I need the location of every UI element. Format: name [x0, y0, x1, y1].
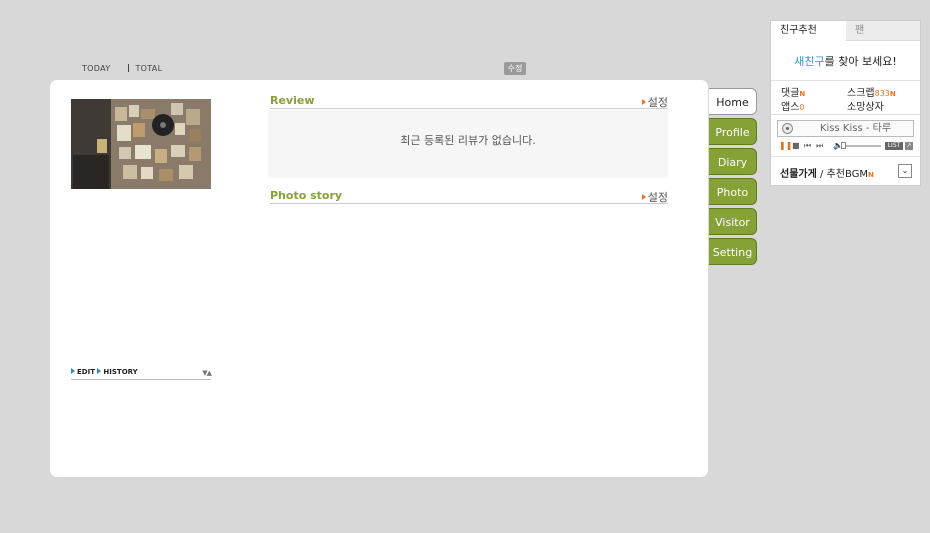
volume-slider-handle[interactable] — [841, 142, 846, 149]
arrow-icon — [641, 194, 646, 200]
stop-icon[interactable]: ■ — [792, 141, 800, 151]
review-setting-link[interactable]: 설정 — [641, 94, 668, 110]
review-title: Review — [270, 94, 315, 107]
cd-icon — [782, 123, 793, 134]
tab-diary[interactable]: Diary — [709, 148, 757, 175]
wishlist-link[interactable]: 소망상자 — [847, 98, 884, 113]
tab-profile[interactable]: Profile — [709, 118, 757, 145]
gift-row: 선물가게 / 추천BGMN — [780, 169, 874, 180]
edit-link[interactable]: EDIT — [71, 368, 95, 376]
review-empty-message: 최근 등록된 리뷰가 없습니다. — [268, 110, 668, 178]
profile-photo-collage — [71, 99, 211, 189]
tab-home[interactable]: Home — [709, 88, 757, 115]
divider — [771, 156, 920, 157]
chevron-down-icon[interactable]: ⌄ — [898, 164, 912, 178]
today-label: TODAY — [82, 64, 111, 73]
arrow-icon — [71, 368, 75, 374]
edit-history-bar: EDIT HISTORY ▼▲ — [71, 368, 212, 380]
divider — [771, 114, 920, 115]
total-label: TOTAL — [135, 64, 163, 73]
playlist-button[interactable]: LIST — [885, 142, 903, 150]
pause-icon[interactable]: ❚❚ — [779, 141, 792, 151]
counter-divider — [128, 64, 130, 72]
bgm-display[interactable]: Kiss Kiss - 타루 — [777, 120, 914, 137]
next-icon[interactable]: ⏭ — [816, 141, 823, 151]
popup-icon[interactable]: ↗ — [905, 142, 913, 150]
arrow-icon — [97, 368, 102, 374]
side-tabs: 친구추천 팬 — [771, 21, 920, 41]
bgm-song-title: Kiss Kiss - 타루 — [819, 123, 892, 134]
tab-photo[interactable]: Photo — [709, 178, 757, 205]
main-panel: EDIT HISTORY ▼▲ Review 설정 최근 등록된 리뷰가 없습니… — [50, 80, 708, 477]
visit-counter: TODAY TOTAL — [82, 64, 162, 73]
apps-count: 0 — [799, 103, 805, 112]
volume-track[interactable] — [845, 145, 881, 147]
apps-link[interactable]: 앱스0 — [781, 98, 805, 113]
tab-friend-recommend[interactable]: 친구추천 — [771, 21, 846, 41]
new-badge: N — [868, 171, 874, 179]
scrap-link[interactable]: 스크랩833N — [847, 84, 896, 99]
profile-image — [71, 99, 211, 189]
photo-story-setting-link[interactable]: 설정 — [641, 189, 668, 205]
previous-icon[interactable]: ⏮ — [804, 141, 811, 151]
gift-shop-link[interactable]: 선물가게 — [780, 169, 817, 180]
arrow-icon — [641, 99, 646, 105]
bgm-player-controls: ❚❚ ■ ⏮ ⏭ 🔈 LIST ↗ — [779, 141, 916, 151]
photo-story-title: Photo story — [270, 189, 343, 202]
new-badge: N — [889, 90, 896, 98]
tab-visitor[interactable]: Visitor — [709, 208, 757, 235]
edit-title-button[interactable]: 수정 — [504, 62, 526, 75]
new-badge: N — [799, 90, 806, 98]
side-widget: 친구추천 팬 새친구를 찾아 보세요! 댓글N 스크랩833N 앱스0 소망상자… — [770, 20, 921, 186]
find-friends-text: 새친구를 찾아 보세요! — [794, 55, 897, 68]
comments-link[interactable]: 댓글N — [781, 84, 805, 99]
divider — [771, 80, 920, 81]
new-friend-link[interactable]: 새친구 — [794, 55, 824, 68]
expand-collapse-icon[interactable]: ▼▲ — [202, 369, 212, 377]
tab-setting[interactable]: Setting — [709, 238, 757, 265]
recommend-bgm-link[interactable]: 추천BGM — [827, 169, 868, 180]
tab-fan[interactable]: 팬 — [846, 21, 920, 41]
history-link[interactable]: HISTORY — [97, 368, 138, 376]
review-header: Review 설정 — [270, 91, 668, 109]
photo-story-header: Photo story 설정 — [270, 186, 668, 204]
scrap-count: 833 — [874, 89, 890, 98]
